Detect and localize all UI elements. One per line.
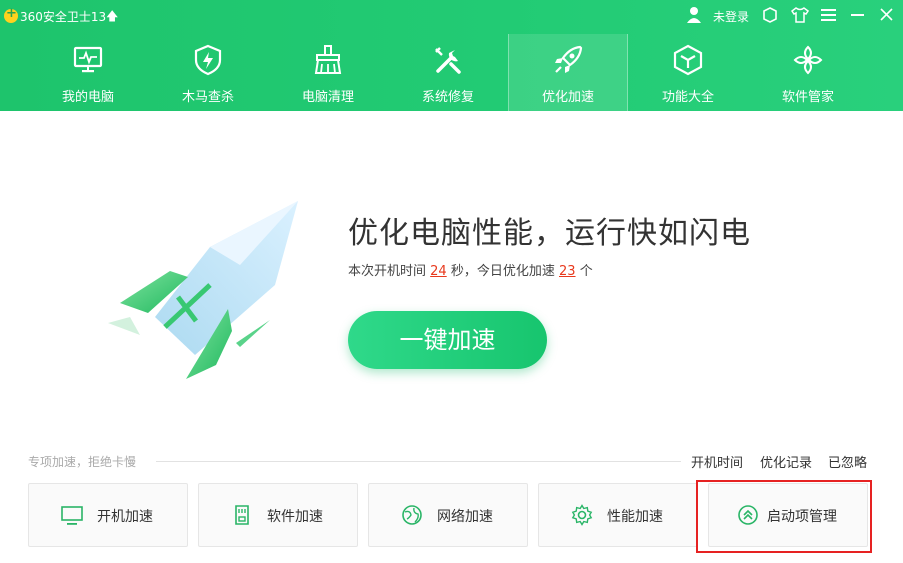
nav-label: 电脑清理	[301, 90, 354, 105]
nav-item-software[interactable]: 软件管家	[748, 34, 868, 111]
nav-item-features[interactable]: 功能大全	[628, 34, 748, 111]
card-software-boost[interactable]: 软件加速	[198, 483, 358, 547]
header-bar: 360安全卫士13 🡅 未登录 我的电脑	[0, 0, 903, 111]
nav-item-system-repair[interactable]: 系统修复	[388, 34, 508, 111]
app-title: 360安全卫士13	[20, 10, 107, 24]
nav-item-cleanup[interactable]: 电脑清理	[268, 34, 388, 111]
chevron-up-circle-icon	[738, 505, 758, 525]
card-label: 网络加速	[437, 509, 493, 525]
upgrade-arrow-icon[interactable]: 🡅	[106, 7, 118, 28]
boost-count-value[interactable]: 23	[559, 264, 576, 279]
globe-icon	[402, 505, 422, 525]
minimize-icon[interactable]	[851, 14, 864, 16]
user-icon[interactable]	[686, 6, 702, 24]
count-unit: 个	[579, 264, 593, 279]
skin-icon[interactable]	[791, 7, 809, 23]
card-boot-boost[interactable]: 开机加速	[28, 483, 188, 547]
card-label: 性能加速	[607, 509, 663, 525]
monitor-icon	[73, 46, 103, 73]
nav-item-my-computer[interactable]: 我的电脑	[28, 34, 148, 111]
monitor-icon	[61, 506, 83, 525]
card-label: 软件加速	[267, 509, 323, 525]
card-startup-manager[interactable]: 启动项管理	[708, 483, 868, 547]
boot-time-label: 本次开机时间	[348, 264, 427, 279]
nav-label: 我的电脑	[61, 90, 114, 105]
sd-card-icon	[235, 505, 249, 525]
boost-count-label: 秒，今日优化加速	[450, 264, 555, 279]
hero-subtitle: 本次开机时间 24 秒，今日优化加速 23 个	[348, 260, 593, 279]
menu-icon[interactable]	[821, 9, 836, 21]
rocket-illustration	[108, 201, 298, 379]
nav-label: 功能大全	[661, 90, 714, 105]
nav-label: 软件管家	[781, 90, 834, 105]
section-divider	[156, 461, 681, 462]
card-label: 开机加速	[97, 509, 153, 525]
gear-icon	[571, 504, 593, 526]
nav-label: 优化加速	[541, 90, 594, 105]
nav-item-optimize[interactable]: 优化加速	[508, 34, 628, 111]
login-link[interactable]: 未登录	[713, 8, 749, 25]
nav-divider	[508, 34, 509, 111]
boot-time-link[interactable]: 开机时间	[691, 452, 743, 471]
cube-icon	[673, 44, 703, 76]
close-icon[interactable]	[880, 8, 893, 21]
ignored-link[interactable]: 已忽略	[828, 452, 867, 471]
boot-seconds-value[interactable]: 24	[430, 264, 447, 279]
apps-icon	[793, 45, 823, 75]
nav-label: 木马查杀	[181, 90, 234, 105]
one-click-boost-button[interactable]: 一键加速	[348, 311, 547, 369]
card-label: 启动项管理	[767, 509, 837, 525]
nav-item-trojan-scan[interactable]: 木马查杀	[148, 34, 268, 111]
section-label: 专项加速，拒绝卡慢	[28, 455, 137, 469]
feedback-icon[interactable]	[762, 7, 778, 23]
main-nav: 我的电脑 木马查杀 电脑清理 系统修复 优化加速 功能大全 软件管家	[0, 34, 903, 111]
rocket-icon	[555, 45, 583, 73]
card-network-boost[interactable]: 网络加速	[368, 483, 528, 547]
broom-icon	[314, 45, 342, 74]
hero-title: 优化电脑性能，运行快如闪电	[348, 216, 751, 251]
optimize-history-link[interactable]: 优化记录	[760, 452, 812, 471]
card-performance-boost[interactable]: 性能加速	[538, 483, 698, 547]
title-bar: 360安全卫士13 🡅 未登录	[0, 0, 903, 32]
app-logo-icon	[4, 6, 18, 23]
wrench-icon	[435, 47, 461, 74]
shield-icon	[194, 44, 222, 76]
nav-label: 系统修复	[421, 90, 474, 105]
